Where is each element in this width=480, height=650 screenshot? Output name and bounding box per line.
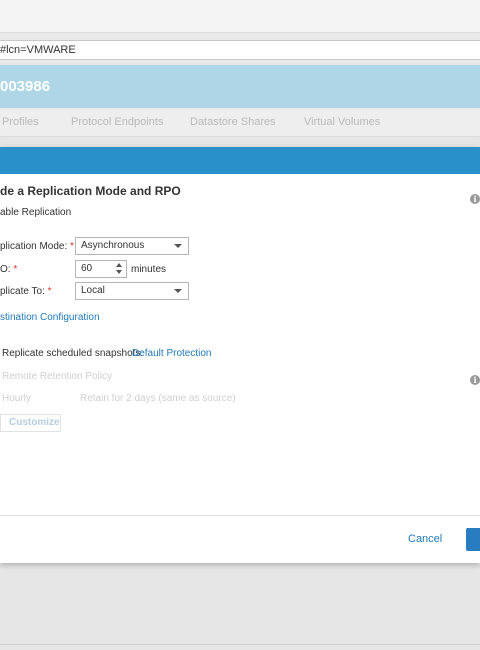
rpo-unit: minutes bbox=[131, 264, 167, 275]
address-bar[interactable]: #lcn=VMWARE bbox=[0, 40, 480, 60]
spin-up-icon[interactable] bbox=[116, 263, 122, 267]
dialog-header-bar bbox=[0, 147, 480, 174]
info-icon[interactable]: i bbox=[470, 375, 480, 385]
section-title: de a Replication Mode and RPO bbox=[0, 184, 181, 198]
address-bar-text: #lcn=VMWARE bbox=[0, 44, 76, 56]
page-header-band bbox=[0, 65, 480, 108]
replicate-to-label: plicate To: * bbox=[0, 286, 52, 297]
replication-mode-value: Asynchronous bbox=[81, 240, 145, 251]
default-protection-link[interactable]: Default Protection bbox=[132, 348, 212, 359]
replication-mode-label: plication Mode: * bbox=[0, 241, 74, 252]
required-mark: * bbox=[47, 286, 52, 297]
primary-action-button[interactable] bbox=[466, 528, 480, 551]
chevron-down-icon bbox=[174, 244, 182, 248]
tab-datastore-shares[interactable]: Datastore Shares bbox=[190, 116, 276, 128]
tab-profiles[interactable]: Profiles bbox=[2, 116, 39, 128]
bottom-divider bbox=[0, 644, 480, 645]
customize-button[interactable]: Customize bbox=[0, 414, 61, 432]
rpo-stepper[interactable]: 60 bbox=[75, 260, 127, 278]
schedule-label: Replicate scheduled snapshots: bbox=[2, 348, 144, 359]
cancel-button[interactable]: Cancel bbox=[408, 533, 442, 545]
chevron-down-icon bbox=[174, 289, 182, 293]
replication-mode-select[interactable]: Asynchronous bbox=[75, 237, 189, 255]
rpo-label: O: * bbox=[0, 264, 18, 275]
destination-configuration-link[interactable]: stination Configuration bbox=[0, 312, 100, 323]
spin-down-icon[interactable] bbox=[116, 270, 122, 274]
retention-frequency: Hourly bbox=[2, 393, 31, 404]
tab-virtual-volumes[interactable]: Virtual Volumes bbox=[304, 116, 380, 128]
enable-replication-label: able Replication bbox=[0, 207, 72, 218]
replicate-to-select[interactable]: Local bbox=[75, 282, 189, 300]
retention-value: Retain for 2 days (same as source) bbox=[80, 393, 236, 404]
required-mark: * bbox=[70, 241, 74, 252]
rpo-value: 60 bbox=[81, 263, 93, 274]
tab-protocol-endpoints[interactable]: Protocol Endpoints bbox=[71, 116, 163, 128]
footer-divider bbox=[0, 515, 480, 516]
replicate-to-value: Local bbox=[81, 285, 105, 296]
retention-policy-title: Remote Retention Policy bbox=[2, 371, 113, 382]
required-mark: * bbox=[13, 264, 18, 275]
browser-top-strip bbox=[0, 0, 480, 33]
page-title: 003986 bbox=[0, 78, 51, 95]
info-icon[interactable]: i bbox=[470, 194, 480, 204]
